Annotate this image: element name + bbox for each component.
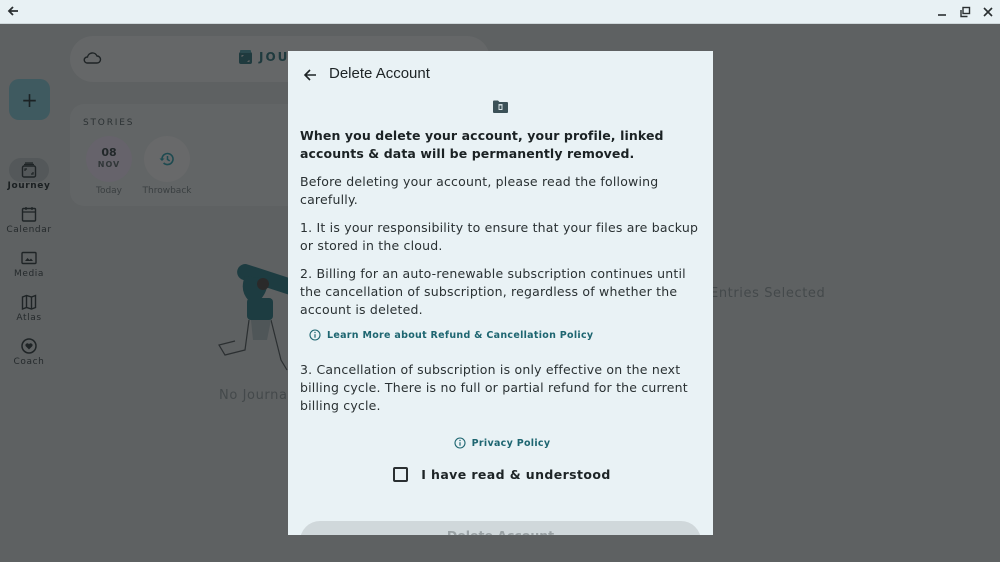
stories-title: STORIES — [83, 118, 135, 128]
brand-label: JOU — [259, 50, 290, 64]
history-icon — [159, 152, 174, 166]
empty-state-text: No Journal — [219, 388, 292, 403]
refund-policy-label: Learn More about Refund & Cancellation P… — [327, 329, 594, 341]
brand: JOU — [238, 49, 289, 65]
point-3: 3. Cancellation of subscription is only … — [300, 362, 688, 413]
dialog-header: Delete Account — [288, 51, 713, 99]
info-icon — [454, 437, 466, 449]
heart-icon — [21, 338, 37, 354]
sidebar-item-coach[interactable]: Coach — [0, 332, 58, 376]
info-icon — [309, 329, 321, 341]
restore-icon[interactable] — [958, 5, 972, 19]
privacy-policy-link[interactable]: Privacy Policy — [300, 437, 704, 449]
acknowledge-row[interactable]: I have read & understood — [300, 467, 704, 482]
story-caption: Throwback — [142, 186, 192, 196]
acknowledge-checkbox[interactable] — [393, 467, 409, 482]
map-icon — [21, 294, 37, 311]
sidebar-item-media[interactable]: Media — [0, 244, 58, 288]
journey-icon — [21, 162, 37, 178]
sidebar-item-atlas[interactable]: Atlas — [0, 288, 58, 332]
sidebar-nav: Journey Calendar Media Atlas Coach — [0, 156, 58, 376]
today-circle: 08 NOV — [86, 136, 132, 182]
throwback-circle — [144, 136, 190, 182]
acknowledge-label[interactable]: I have read & understood — [421, 467, 610, 482]
sidebar-item-label: Media — [13, 269, 45, 279]
cloud-icon[interactable] — [82, 50, 102, 66]
empty-state-illustration — [218, 264, 295, 371]
dialog-body: When you delete your account, your profi… — [300, 127, 704, 482]
story-day: 08 — [101, 146, 117, 159]
delete-account-button[interactable]: Delete Account — [300, 521, 701, 535]
sidebar-item-label: Calendar — [6, 225, 52, 235]
story-today[interactable]: 08 NOV Today — [86, 136, 132, 196]
no-selection-text: Entries Selected — [710, 286, 826, 301]
intro-text: Before deleting your account, please rea… — [300, 174, 659, 207]
new-entry-button[interactable]: + — [9, 79, 50, 120]
window-titlebar — [0, 0, 1000, 24]
privacy-policy-label: Privacy Policy — [471, 437, 551, 449]
point-2: 2. Billing for an auto-renewable subscri… — [300, 266, 686, 317]
plus-icon: + — [21, 87, 38, 112]
arrow-left-icon[interactable] — [302, 67, 318, 83]
sidebar-item-label: Atlas — [16, 313, 42, 323]
refund-policy-link[interactable]: Learn More about Refund & Cancellation P… — [309, 329, 704, 341]
folder-delete-icon — [493, 100, 508, 113]
journey-logo-icon — [239, 50, 252, 64]
dialog-title: Delete Account — [329, 65, 430, 82]
warning-text: When you delete your account, your profi… — [300, 128, 664, 161]
arrow-left-icon[interactable] — [6, 4, 20, 18]
story-caption: Today — [95, 186, 123, 196]
close-icon[interactable] — [981, 5, 995, 19]
delete-account-dialog: Delete Account When you delete your acco… — [288, 51, 713, 535]
minimize-icon[interactable] — [935, 5, 949, 19]
sidebar-item-label: Journey — [7, 181, 51, 191]
story-throwback[interactable]: Throwback — [143, 136, 191, 196]
image-icon — [21, 251, 37, 265]
story-month: NOV — [97, 160, 121, 169]
sidebar-item-label: Coach — [13, 357, 45, 367]
calendar-icon — [21, 207, 37, 222]
sidebar-item-calendar[interactable]: Calendar — [0, 200, 58, 244]
sidebar-item-journey[interactable]: Journey — [0, 156, 58, 200]
point-1: 1. It is your responsibility to ensure t… — [300, 220, 699, 253]
